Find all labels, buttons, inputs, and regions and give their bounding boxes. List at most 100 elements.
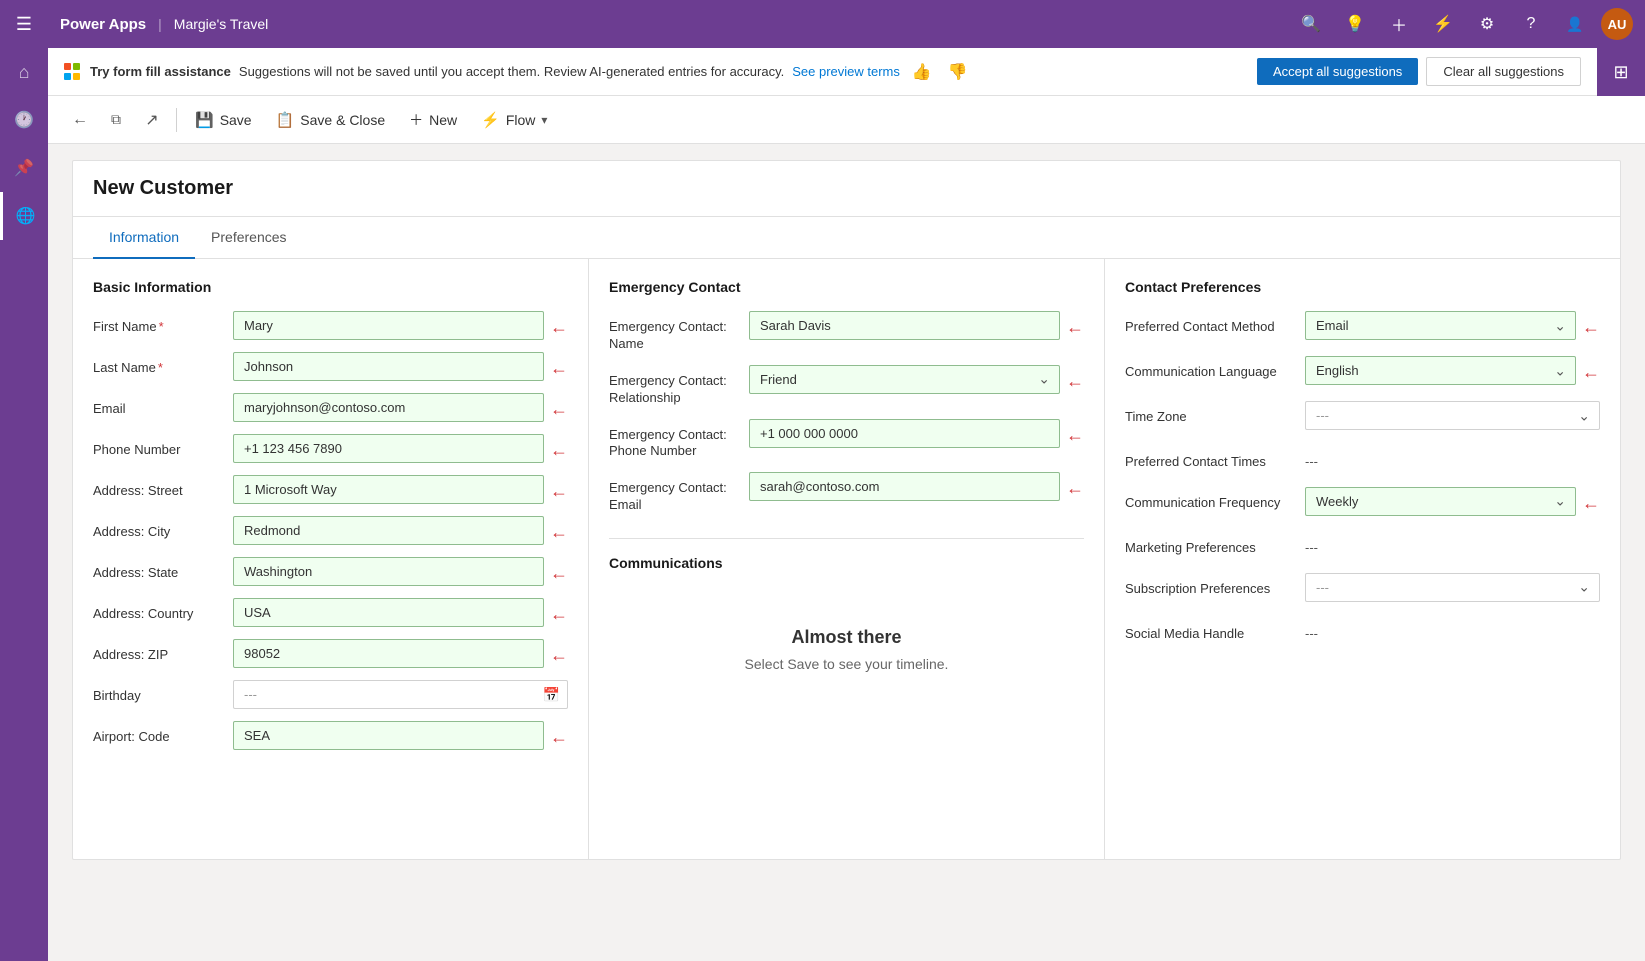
sidebar-pin-icon[interactable]: 📌: [0, 144, 48, 192]
pref-times-value: ---: [1305, 446, 1600, 469]
save-label: Save: [220, 112, 252, 128]
side-panel-icon[interactable]: ⊞: [1597, 48, 1645, 96]
form-card: New Customer Information Preferences Bas…: [72, 160, 1621, 860]
comm-freq-arrow: ←: [1582, 493, 1600, 514]
email-arrow: ←: [550, 399, 568, 420]
pref-contact-method-label: Preferred Contact Method: [1125, 311, 1305, 336]
sidebar-home-icon[interactable]: ⌂: [0, 48, 48, 96]
last-name-input[interactable]: [233, 352, 544, 381]
suggestion-bold-text: Try form fill assistance: [90, 64, 231, 79]
forward-button[interactable]: ↗: [136, 104, 168, 136]
zip-arrow: ←: [550, 645, 568, 666]
comm-lang-label: Communication Language: [1125, 356, 1305, 381]
flow-button[interactable]: ⚡ Flow ▾: [471, 105, 557, 135]
accept-all-button[interactable]: Accept all suggestions: [1257, 58, 1418, 85]
lightbulb-icon[interactable]: 💡: [1337, 6, 1373, 42]
email-label: Email: [93, 393, 233, 418]
phone-input[interactable]: [233, 434, 544, 463]
new-button[interactable]: ＋ New: [399, 104, 467, 136]
tab-preferences[interactable]: Preferences: [195, 217, 302, 259]
contact-prefs-title: Contact Preferences: [1125, 279, 1600, 295]
add-icon[interactable]: ＋: [1381, 6, 1417, 42]
comm-freq-select[interactable]: Weekly Daily Monthly: [1305, 487, 1576, 516]
toolbar: ← ⧉ ↗ 💾 Save 📋 Save & Close ＋ New ⚡ Flow…: [48, 96, 1645, 144]
comm-lang-select[interactable]: English Spanish French: [1305, 356, 1576, 385]
new-label: New: [429, 112, 457, 128]
ec-rel-field: Friend Spouse Parent Sibling: [749, 365, 1060, 394]
ec-rel-select[interactable]: Friend Spouse Parent Sibling: [749, 365, 1060, 394]
pref-contact-method-select[interactable]: Email Phone SMS: [1305, 311, 1576, 340]
email-input[interactable]: [233, 393, 544, 422]
save-close-button[interactable]: 📋 Save & Close: [266, 105, 396, 135]
save-button[interactable]: 💾 Save: [185, 105, 262, 135]
ec-name-label: Emergency Contact: Name: [609, 311, 749, 353]
comm-freq-field: Weekly Daily Monthly: [1305, 487, 1576, 516]
city-field: [233, 516, 544, 545]
ec-name-field: [749, 311, 1060, 340]
emergency-title: Emergency Contact: [609, 279, 1084, 295]
save-close-label: Save & Close: [300, 112, 385, 128]
social-media-row: Social Media Handle ---: [1125, 618, 1600, 643]
ec-phone-field: [749, 419, 1060, 448]
sidebar-globe-icon[interactable]: 🌐: [0, 192, 48, 240]
ec-name-input[interactable]: [749, 311, 1060, 340]
ec-email-input[interactable]: [749, 472, 1060, 501]
comm-freq-label: Communication Frequency: [1125, 487, 1305, 512]
airport-field: [233, 721, 544, 750]
phone-arrow: ←: [550, 440, 568, 461]
ec-email-label: Emergency Contact: Email: [609, 472, 749, 514]
thumb-down-icon[interactable]: 👎: [944, 62, 972, 82]
sidebar-recent-icon[interactable]: 🕐: [0, 96, 48, 144]
first-name-row: First Name* ←: [93, 311, 568, 340]
airport-input[interactable]: [233, 721, 544, 750]
sub-pref-label: Subscription Preferences: [1125, 573, 1305, 598]
account-icon[interactable]: 👤: [1557, 6, 1593, 42]
airport-label: Airport: Code: [93, 721, 233, 746]
emergency-section: Emergency Contact Emergency Contact: Nam…: [589, 259, 1105, 859]
calendar-icon: 📅: [543, 686, 560, 703]
country-input[interactable]: [233, 598, 544, 627]
comm-lang-field: English Spanish French: [1305, 356, 1576, 385]
phone-row: Phone Number ←: [93, 434, 568, 463]
ms-logo: [64, 63, 82, 81]
restore-button[interactable]: ⧉: [100, 104, 132, 136]
ec-email-arrow: ←: [1066, 478, 1084, 499]
sidebar-hamburger[interactable]: ☰: [0, 0, 48, 48]
basic-info-section: Basic Information First Name* ← Last Nam…: [73, 259, 589, 859]
basic-info-title: Basic Information: [93, 279, 568, 295]
clear-all-button[interactable]: Clear all suggestions: [1426, 57, 1581, 86]
suggestion-preview-link[interactable]: See preview terms: [792, 64, 900, 79]
zip-input[interactable]: [233, 639, 544, 668]
ec-email-row: Emergency Contact: Email ←: [609, 472, 1084, 514]
state-input[interactable]: [233, 557, 544, 586]
timezone-select[interactable]: ---: [1305, 401, 1600, 430]
help-icon[interactable]: ?: [1513, 6, 1549, 42]
birthday-row: Birthday 📅: [93, 680, 568, 709]
back-button[interactable]: ←: [64, 104, 96, 136]
avatar[interactable]: AU: [1601, 8, 1633, 40]
last-name-field: [233, 352, 544, 381]
zip-label: Address: ZIP: [93, 639, 233, 664]
sub-pref-select[interactable]: ---: [1305, 573, 1600, 602]
sub-app-name: Margie's Travel: [174, 16, 268, 32]
filter-icon[interactable]: ⚡: [1425, 6, 1461, 42]
street-input[interactable]: [233, 475, 544, 504]
form-card-header: New Customer: [73, 161, 1620, 217]
first-name-label: First Name*: [93, 311, 233, 336]
ec-phone-input[interactable]: [749, 419, 1060, 448]
settings-icon[interactable]: ⚙: [1469, 6, 1505, 42]
street-arrow: ←: [550, 481, 568, 502]
ec-phone-row: Emergency Contact: Phone Number ←: [609, 419, 1084, 461]
zip-row: Address: ZIP ←: [93, 639, 568, 668]
phone-label: Phone Number: [93, 434, 233, 459]
first-name-input[interactable]: [233, 311, 544, 340]
birthday-input[interactable]: [233, 680, 568, 709]
city-input[interactable]: [233, 516, 544, 545]
thumb-up-icon[interactable]: 👍: [908, 62, 936, 82]
sidebar: ☰ ⌂ 🕐 📌 🌐: [0, 0, 48, 961]
save-icon: 💾: [195, 111, 214, 129]
search-icon[interactable]: 🔍: [1293, 6, 1329, 42]
tab-information[interactable]: Information: [93, 217, 195, 259]
street-row: Address: Street ←: [93, 475, 568, 504]
page-content: New Customer Information Preferences Bas…: [48, 144, 1645, 961]
